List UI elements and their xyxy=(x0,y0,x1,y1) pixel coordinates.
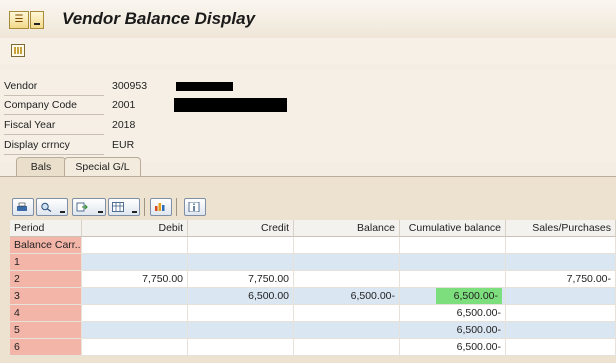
table-row-period[interactable]: Balance Carr... xyxy=(10,237,82,254)
chart-button[interactable] xyxy=(150,198,172,216)
table-cell-sales[interactable] xyxy=(506,237,616,254)
table-cell-cumulative[interactable] xyxy=(400,271,506,288)
table-cell-debit[interactable]: 7,750.00 xyxy=(82,271,188,288)
columns-icon[interactable] xyxy=(11,44,25,57)
fiscal-year-value: 2018 xyxy=(112,119,136,131)
vendor-value: 300953 xyxy=(112,80,148,92)
table-cell-sales[interactable] xyxy=(506,339,616,356)
application-toolbar xyxy=(0,38,616,64)
table-cell-cumulative[interactable]: 6,500.00- xyxy=(400,339,506,356)
table-cell-debit[interactable] xyxy=(82,339,188,356)
vendor-label: Vendor xyxy=(4,78,104,96)
chart-icon xyxy=(155,203,165,211)
chevron-down-icon xyxy=(98,211,103,213)
table-row-period[interactable]: 4 xyxy=(10,305,82,322)
table-cell-balance[interactable]: 6,500.00- xyxy=(294,288,400,305)
table-cell-cumulative[interactable]: 6,500.00- xyxy=(400,322,506,339)
table-cell-balance[interactable] xyxy=(294,271,400,288)
table-row-period[interactable]: 2 xyxy=(10,271,82,288)
table-cell-sales[interactable]: 7,750.00- xyxy=(506,271,616,288)
fiscal-year-label: Fiscal Year xyxy=(4,117,104,135)
table-cell-credit[interactable] xyxy=(188,322,294,339)
layout-button[interactable] xyxy=(108,198,140,216)
info-button[interactable] xyxy=(184,198,206,216)
tab-special-gl[interactable]: Special G/L xyxy=(64,157,141,176)
table-cell-debit[interactable] xyxy=(82,288,188,305)
table-cell-debit[interactable] xyxy=(82,322,188,339)
company-code-value: 2001 xyxy=(112,99,136,111)
table-cell-credit[interactable]: 7,750.00 xyxy=(188,271,294,288)
table-cell-credit[interactable] xyxy=(188,254,294,271)
display-currency-value: EUR xyxy=(112,139,135,151)
table-cell-balance[interactable] xyxy=(294,305,400,322)
column-header-credit[interactable]: Credit xyxy=(188,220,294,237)
toolbar-separator xyxy=(144,198,145,216)
table-cell-debit[interactable] xyxy=(82,305,188,322)
table-cell-cumulative[interactable] xyxy=(400,254,506,271)
table-cell-debit[interactable] xyxy=(82,237,188,254)
redacted-vendor-name xyxy=(176,82,233,91)
export-button[interactable] xyxy=(72,198,106,216)
table-cell-sales[interactable] xyxy=(506,322,616,339)
table-row-period[interactable]: 3 xyxy=(10,288,82,305)
table-cell-credit[interactable]: 6,500.00 xyxy=(188,288,294,305)
title-bar: ☰ Vendor Balance Display xyxy=(0,0,616,39)
layout-icon xyxy=(112,202,124,212)
column-header-cumulative-balance[interactable]: Cumulative balance xyxy=(400,220,506,237)
company-code-label: Company Code xyxy=(4,97,104,115)
toolbar-separator xyxy=(176,198,177,216)
tab-bals[interactable]: Bals xyxy=(16,157,66,176)
selected-cell-highlight: 6,500.00- xyxy=(436,288,502,304)
table-cell-credit[interactable] xyxy=(188,339,294,356)
system-menu-dropdown[interactable] xyxy=(30,11,44,29)
export-icon xyxy=(76,202,88,212)
print-button[interactable] xyxy=(12,198,34,216)
system-menu-icon[interactable]: ☰ xyxy=(9,11,29,29)
table-cell-credit[interactable] xyxy=(188,237,294,254)
table-cell-sales[interactable] xyxy=(506,288,616,305)
display-currency-label: Display crrncy xyxy=(4,137,104,155)
column-header-period[interactable]: Period xyxy=(10,220,82,237)
table-cell-balance[interactable] xyxy=(294,254,400,271)
chevron-down-icon xyxy=(60,211,65,213)
table-cell-cumulative[interactable]: 6,500.00- xyxy=(400,288,506,305)
table-cell-sales[interactable] xyxy=(506,254,616,271)
find-button[interactable] xyxy=(36,198,68,216)
table-cell-balance[interactable] xyxy=(294,339,400,356)
chevron-down-icon xyxy=(132,211,137,213)
table-cell-balance[interactable] xyxy=(294,322,400,339)
table-cell-sales[interactable] xyxy=(506,305,616,322)
column-header-debit[interactable]: Debit xyxy=(82,220,188,237)
table-cell-balance[interactable] xyxy=(294,237,400,254)
table-row-period[interactable]: 6 xyxy=(10,339,82,356)
find-icon xyxy=(41,202,52,212)
print-icon xyxy=(17,202,27,211)
redacted-company-name xyxy=(174,98,287,112)
column-header-sales-purchases[interactable]: Sales/Purchases xyxy=(506,220,616,237)
table-cell-debit[interactable] xyxy=(82,254,188,271)
table-row-period[interactable]: 5 xyxy=(10,322,82,339)
table-cell-credit[interactable] xyxy=(188,305,294,322)
table-row-period[interactable]: 1 xyxy=(10,254,82,271)
page-title: Vendor Balance Display xyxy=(62,9,256,28)
table-cell-cumulative[interactable] xyxy=(400,237,506,254)
table-cell-cumulative[interactable]: 6,500.00- xyxy=(400,305,506,322)
info-icon xyxy=(188,202,200,212)
column-header-balance[interactable]: Balance xyxy=(294,220,400,237)
